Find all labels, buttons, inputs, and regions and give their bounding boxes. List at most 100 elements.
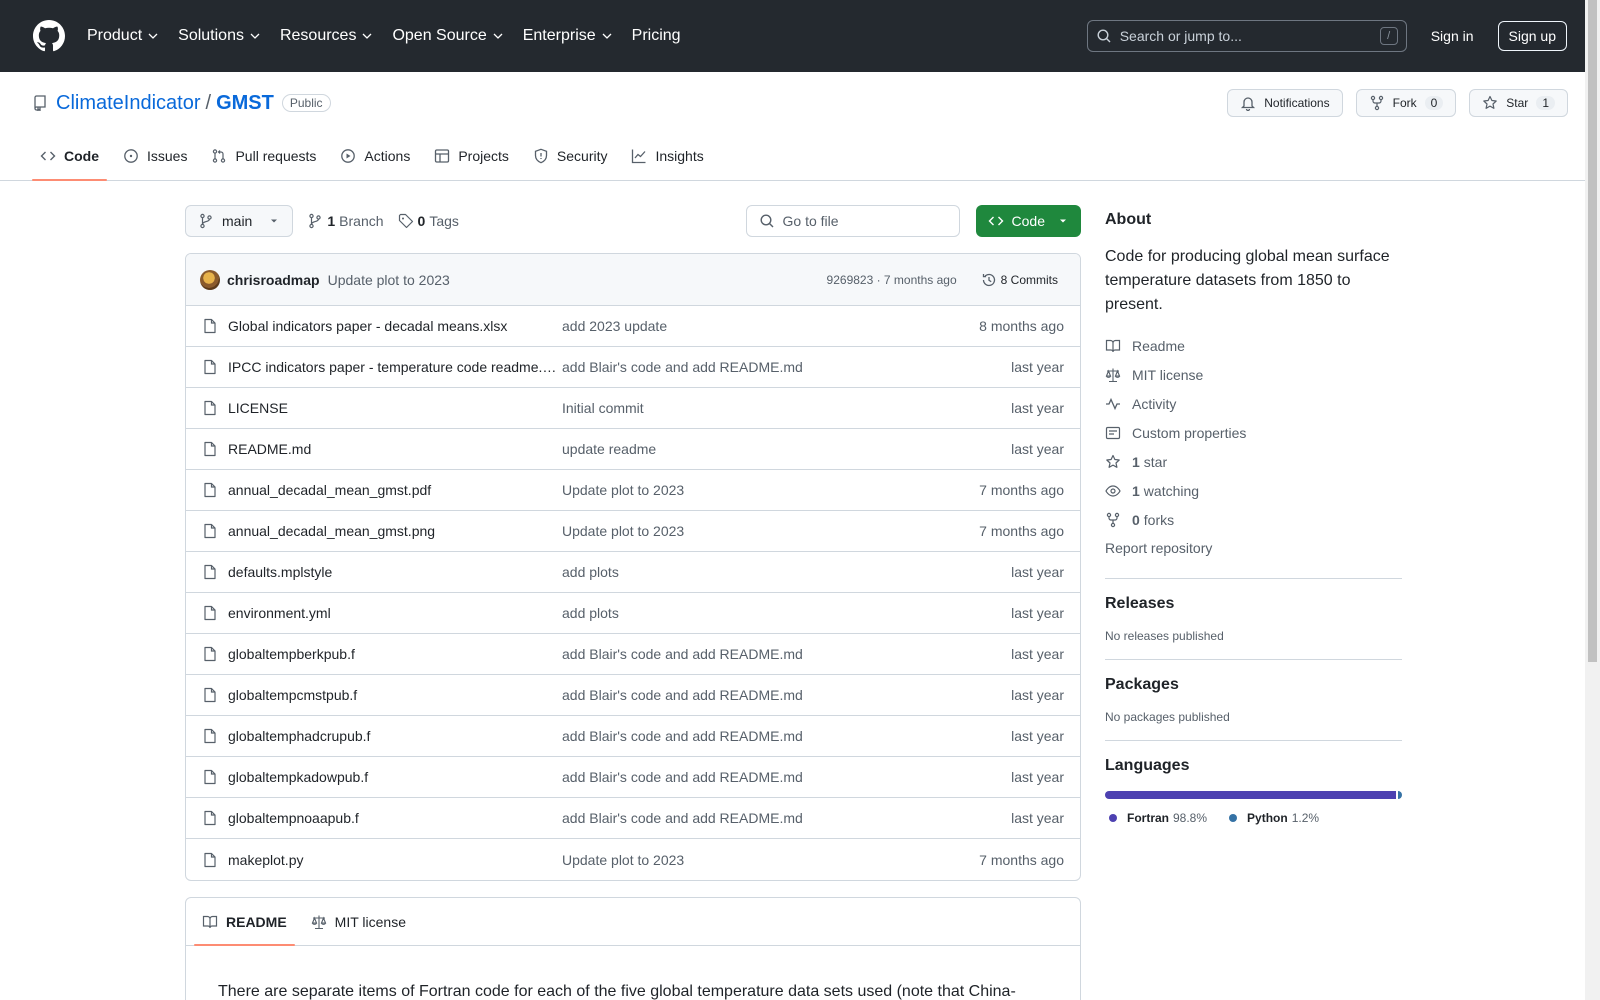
nav-open-source[interactable]: Open Source [392,27,503,45]
avatar[interactable] [200,269,220,290]
table-row: annual_decadal_mean_gmst.pdf Update plot … [186,470,1080,511]
table-row: environment.yml add plots last year [186,593,1080,634]
file-commit-link[interactable]: add Blair's code and add README.md [562,769,803,785]
go-to-file-input[interactable]: Go to file [745,205,960,237]
branches-link[interactable]: 1 Branch [307,213,384,229]
file-name-link[interactable]: LICENSE [228,400,562,416]
tab-issues[interactable]: Issues [115,132,195,180]
code-dropdown-button[interactable]: Code [975,205,1081,237]
latest-commit: chrisroadmap Update plot to 2023 9269823… [186,254,1080,306]
file-commit-link[interactable]: Initial commit [562,400,644,416]
path-separator: / [205,91,212,114]
file-commit-link[interactable]: add Blair's code and add README.md [562,810,803,826]
file-name-link[interactable]: annual_decadal_mean_gmst.png [228,523,562,539]
file-commit-link[interactable]: update readme [562,441,656,457]
file-icon [204,769,216,785]
tab-security[interactable]: Security [525,132,616,180]
notifications-button[interactable]: Notifications [1227,89,1343,117]
github-logo-icon[interactable] [33,20,65,52]
forks-link[interactable]: 0 forks [1105,505,1402,534]
file-name-link[interactable]: makeplot.py [228,852,562,868]
file-name-link[interactable]: annual_decadal_mean_gmst.pdf [228,482,562,498]
file-name-link[interactable]: globaltempcmstpub.f [228,687,562,703]
nav-label: Product [87,27,143,44]
file-commit-link[interactable]: add 2023 update [562,318,667,334]
sign-in-link[interactable]: Sign in [1431,28,1474,44]
language-color-dot [1229,814,1238,822]
readme-tab[interactable]: README [194,898,295,946]
note-icon [1105,426,1121,439]
file-name-link[interactable]: globaltempkadowpub.f [228,769,562,785]
readme-link[interactable]: Readme [1105,331,1402,360]
commit-hash-time[interactable]: 9269823 · 7 months ago [827,273,957,287]
star-button[interactable]: Star 1 [1469,89,1568,117]
file-name-link[interactable]: defaults.mplstyle [228,564,562,580]
license-tab[interactable]: MIT license [303,898,414,945]
file-commit-link[interactable]: add plots [562,605,619,621]
nav-product[interactable]: Product [87,27,159,45]
stars-link[interactable]: 1 star [1105,447,1402,476]
watching-link[interactable]: 1 watching [1105,476,1402,505]
nav-enterprise[interactable]: Enterprise [523,27,613,45]
tab-projects[interactable]: Projects [426,132,517,180]
file-icon [204,728,216,744]
file-commit-link[interactable]: Update plot to 2023 [562,482,684,498]
packages-empty-text: No packages published [1105,710,1230,724]
file-age: last year [1011,646,1064,662]
file-name-link[interactable]: globaltempberkpub.f [228,646,562,662]
file-name-link[interactable]: Global indicators paper - decadal means.… [228,318,562,334]
report-repository-link[interactable]: Report repository [1105,534,1402,562]
sign-up-button[interactable]: Sign up [1497,21,1567,51]
readme-panel: README MIT license There are separate it… [185,897,1081,1000]
license-link[interactable]: MIT license [1105,360,1402,389]
commit-author-link[interactable]: chrisroadmap [227,272,320,288]
file-icon [204,523,216,539]
tags-link[interactable]: 0 Tags [398,213,459,229]
file-name-link[interactable]: README.md [228,441,562,457]
nav-resources[interactable]: Resources [280,27,373,45]
file-commit-link[interactable]: Update plot to 2023 [562,523,684,539]
tab-label: Actions [364,148,411,164]
language-item[interactable]: Python 1.2% [1229,811,1319,825]
scrollbar-thumb[interactable] [1588,0,1597,662]
releases-heading[interactable]: Releases [1105,595,1402,613]
branch-selector[interactable]: main [185,205,294,237]
commits-history-link[interactable]: 8 Commits [973,268,1066,292]
file-age: last year [1011,441,1064,457]
file-commit-link[interactable]: Update plot to 2023 [562,852,684,868]
file-commit-link[interactable]: add Blair's code and add README.md [562,646,803,662]
file-icon [204,687,216,703]
file-commit-link[interactable]: add Blair's code and add README.md [562,728,803,744]
language-bar-segment [1105,791,1397,799]
packages-heading[interactable]: Packages [1105,676,1402,694]
nav-pricing[interactable]: Pricing [632,27,681,45]
repo-actions: Notifications Fork 0 Star 1 [1227,89,1568,117]
nav-solutions[interactable]: Solutions [178,27,261,45]
fork-button[interactable]: Fork 0 [1355,89,1457,117]
commit-message-link[interactable]: Update plot to 2023 [328,272,450,288]
page-scrollbar[interactable] [1585,0,1600,1000]
tab-actions[interactable]: Actions [332,132,418,180]
file-commit-link[interactable]: add plots [562,564,619,580]
stars-count: 1 [1132,453,1140,470]
file-icon [204,359,216,375]
custom-properties-link[interactable]: Custom properties [1105,418,1402,447]
repo-owner-link[interactable]: ClimateIndicator [56,92,201,115]
tab-code[interactable]: Code [32,132,107,181]
file-age: last year [1011,564,1064,580]
activity-link[interactable]: Activity [1105,389,1402,418]
language-item[interactable]: Fortran 98.8% [1109,811,1207,825]
tab-pull-requests[interactable]: Pull requests [203,132,324,180]
file-name-link[interactable]: IPCC indicators paper - temperature code… [228,359,562,375]
file-commit-link[interactable]: add Blair's code and add README.md [562,359,803,375]
nav-label: Resources [279,27,357,44]
file-name-link[interactable]: globaltempnoaapub.f [228,810,562,826]
language-percent: 1.2% [1291,811,1320,825]
file-commit-link[interactable]: add Blair's code and add README.md [562,687,803,703]
tab-insights[interactable]: Insights [623,132,711,180]
file-name-link[interactable]: globaltemphadcrupub.f [228,728,562,744]
search-input[interactable]: Search or jump to... / [1086,20,1407,52]
fork-label: Fork [1392,96,1417,110]
repo-name-link[interactable]: GMST [216,92,274,115]
file-name-link[interactable]: environment.yml [228,605,562,621]
